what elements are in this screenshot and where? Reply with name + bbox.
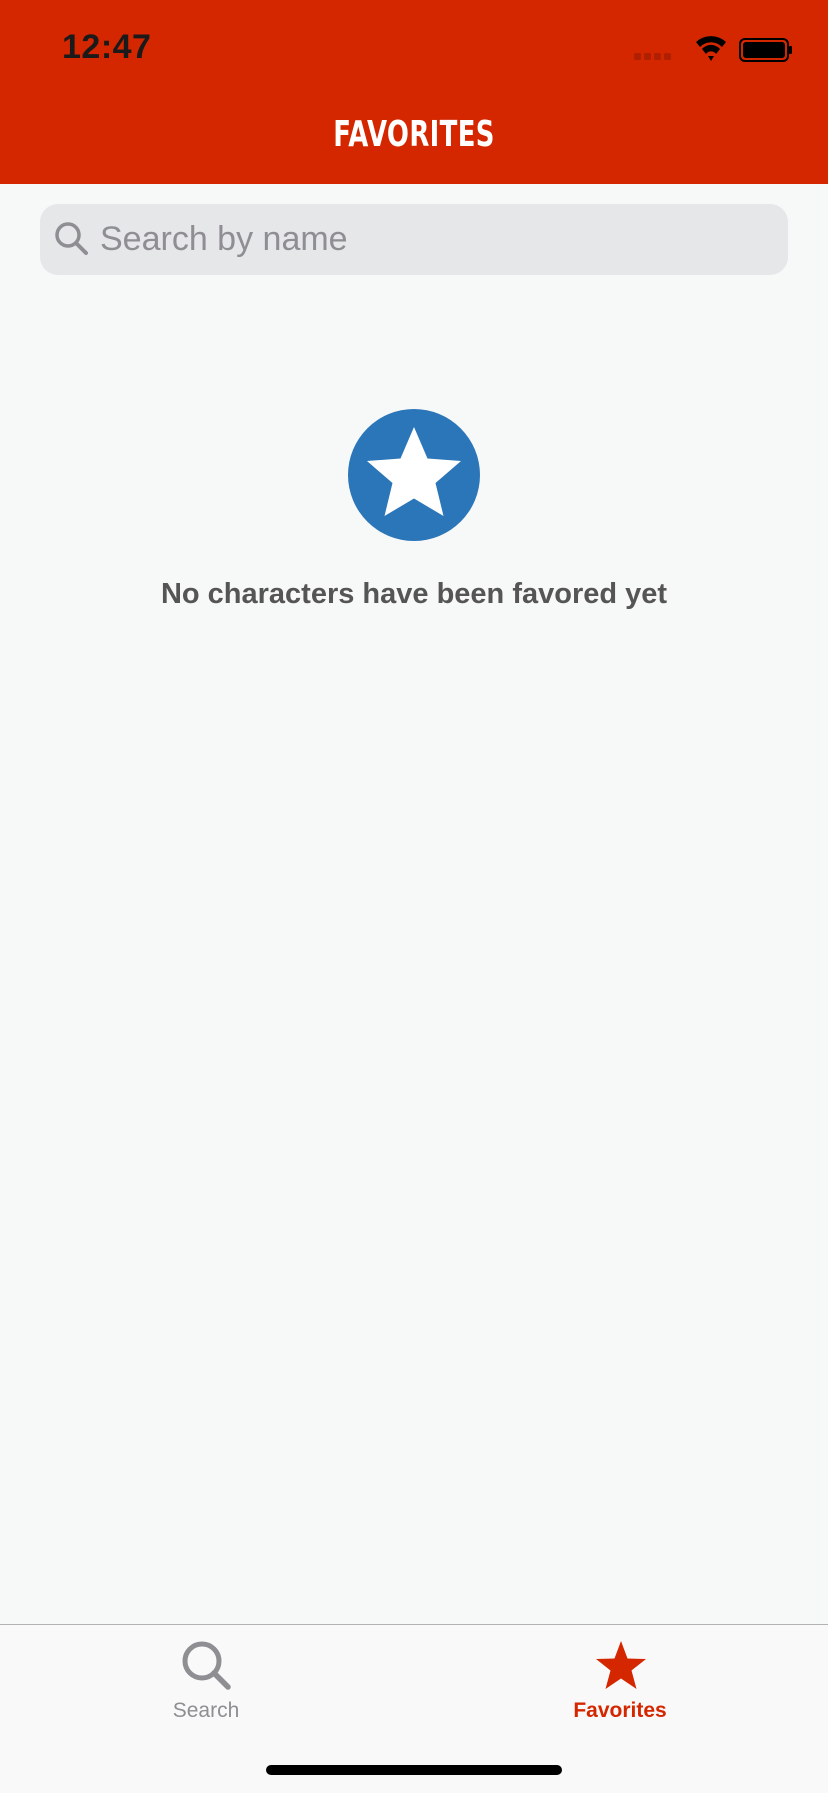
tab-favorites-label: Favorites [573, 1699, 667, 1722]
search-input[interactable] [100, 204, 770, 275]
wifi-icon [696, 36, 726, 61]
cellular-signal-icon [634, 53, 671, 60]
home-indicator [266, 1765, 562, 1775]
star-circle-icon [347, 408, 481, 547]
tab-search[interactable]: Search [96, 1625, 316, 1735]
navigation-header: 12:47 Favorites [0, 0, 828, 184]
tab-search-label: Search [172, 1699, 240, 1722]
battery-icon [739, 38, 792, 62]
star-icon [594, 1639, 648, 1698]
search-bar[interactable] [40, 204, 788, 275]
search-icon [54, 221, 90, 262]
tab-bar: Search Favorites [0, 1624, 828, 1793]
empty-state-message: No characters have been favored yet [160, 578, 668, 610]
page-title: Favorites [333, 114, 495, 155]
search-icon [180, 1639, 234, 1698]
status-time: 12:47 [62, 28, 152, 66]
status-icons [634, 36, 794, 66]
status-indicators-icon [634, 36, 792, 62]
tab-favorites[interactable]: Favorites [510, 1625, 730, 1735]
